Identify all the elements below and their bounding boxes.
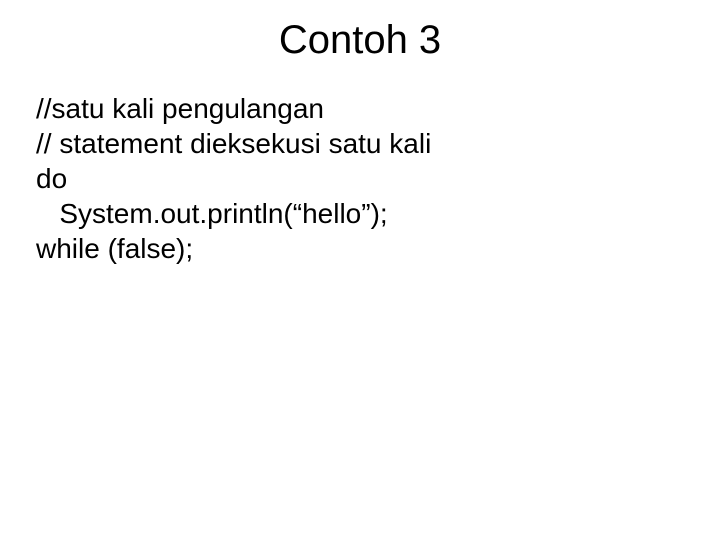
code-line: do [36,161,684,196]
code-line: // statement dieksekusi satu kali [36,126,684,161]
slide-body: //satu kali pengulangan // statement die… [0,91,720,266]
slide: Contoh 3 //satu kali pengulangan // stat… [0,0,720,540]
code-line: while (false); [36,231,684,266]
code-line: //satu kali pengulangan [36,91,684,126]
code-line: System.out.println(“hello”); [36,196,684,231]
slide-title: Contoh 3 [0,0,720,91]
